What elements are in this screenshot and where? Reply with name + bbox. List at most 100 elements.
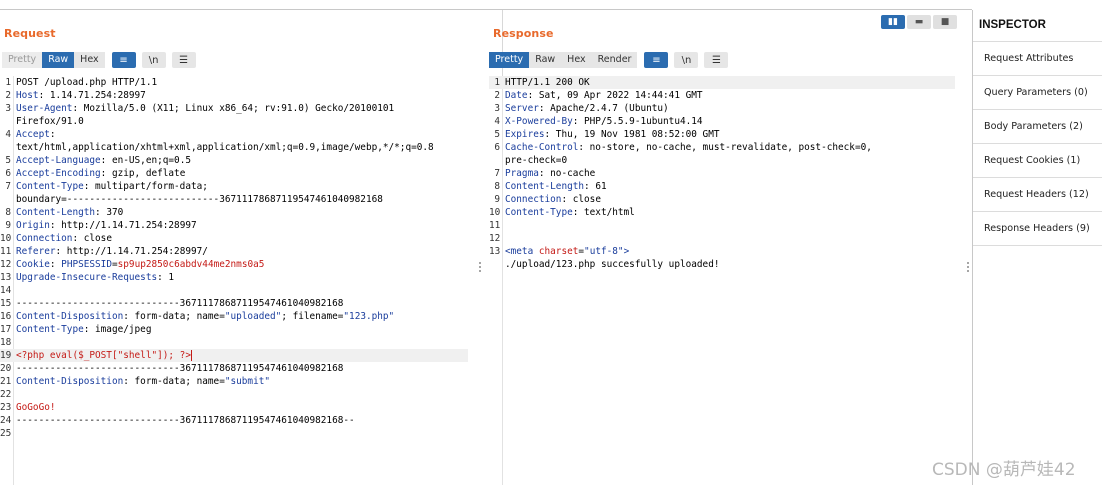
line-number: 2: [5, 90, 11, 101]
line-text: Accept-Language: en-US,en;q=0.5: [16, 154, 191, 167]
line-text: HTTP/1.1 200 OK: [505, 76, 590, 89]
response-code-line: 12: [489, 232, 955, 245]
response-tab-pretty[interactable]: Pretty: [489, 52, 530, 68]
request-view-tabs: Pretty Raw Hex: [2, 52, 105, 68]
header-name: Content-Disposition: [16, 376, 124, 387]
line-text: Date: Sat, 09 Apr 2022 14:44:41 GMT: [505, 89, 703, 102]
header-name: Content-Disposition: [16, 311, 124, 322]
request-editor[interactable]: 1 POST /upload.php HTTP/1.1 2 Host: 1.14.71…: [0, 76, 476, 485]
line-number: 1: [5, 77, 11, 88]
text-segment: : Sat, 09 Apr 2022 14:44:41 GMT: [527, 90, 703, 101]
response-editor[interactable]: 1 HTTP/1.1 200 OK 2 Date: Sat, 09 Apr 2022 …: [489, 76, 955, 485]
request-code-line: 24 -----------------------------367111786…: [0, 414, 476, 427]
header-name: Connection: [505, 194, 562, 205]
line-text: GoGoGo!: [16, 401, 56, 414]
response-code-line: 4 X-Powered-By: PHP/5.5.9-1ubuntu4.14: [489, 115, 955, 128]
line-text: Accept:: [16, 128, 56, 141]
response-tab-raw[interactable]: Raw: [529, 52, 562, 68]
response-code-line: 1 HTTP/1.1 200 OK: [489, 76, 955, 89]
line-text: X-Powered-By: PHP/5.5.9-1ubuntu4.14: [505, 115, 703, 128]
response-tab-hex[interactable]: Hex: [561, 52, 592, 68]
line-number: 6: [5, 168, 11, 179]
line-number: 15: [0, 298, 12, 309]
header-name: Pragma: [505, 168, 539, 179]
line-text: Content-Length: 370: [16, 206, 123, 219]
header-name: Host: [16, 90, 39, 101]
response-code-line: 13 <meta charset="utf-8">: [489, 245, 955, 258]
request-newline-icon[interactable]: \n: [141, 52, 166, 68]
layout-stacked-icon[interactable]: ▬: [907, 15, 931, 29]
response-wrap-icon[interactable]: ≡: [644, 52, 669, 68]
line-number: 4: [494, 116, 500, 127]
inspector-response-headers[interactable]: Response Headers (9): [973, 212, 1102, 246]
header-name: Server: [505, 103, 539, 114]
header-name: Content-Length: [505, 181, 585, 192]
text-segment: :: [49, 129, 56, 140]
request-resize-handle[interactable]: [479, 262, 482, 274]
header-name: Accept-Language: [16, 155, 101, 166]
line-text: Content-Type: multipart/form-data;: [16, 180, 208, 193]
request-tab-pretty[interactable]: Pretty: [2, 52, 43, 68]
line-number: 11: [489, 220, 501, 231]
text-segment: : 1.14.71.254:28997: [38, 90, 146, 101]
request-code-line: 10 Connection: close: [0, 232, 476, 245]
response-code-line: 9 Connection: close: [489, 193, 955, 206]
header-name: Content-Type: [16, 181, 84, 192]
text-segment: : http://1.14.71.254:28997/: [55, 246, 208, 257]
request-tab-raw[interactable]: Raw: [42, 52, 75, 68]
response-resize-handle[interactable]: [967, 262, 970, 274]
text-segment: HTTP/1.1 200 OK: [505, 77, 590, 88]
line-number: 19: [0, 350, 12, 361]
line-number: 10: [0, 233, 12, 244]
inspector-query-parameters[interactable]: Query Parameters (0): [973, 76, 1102, 110]
request-code-line: 17 Content-Type: image/jpeg: [0, 323, 476, 336]
inspector-body-parameters[interactable]: Body Parameters (2): [973, 110, 1102, 144]
text-segment: : no-store, no-cache, must-revalidate, p…: [578, 142, 872, 153]
line-number: 13: [489, 246, 501, 257]
response-newline-icon[interactable]: \n: [674, 52, 699, 68]
request-code-line: 18: [0, 336, 476, 349]
request-wrap-icon[interactable]: ≡: [111, 52, 136, 68]
request-menu-icon[interactable]: ☰: [171, 52, 196, 68]
watermark: CSDN @葫芦娃42: [932, 460, 1076, 480]
inspector-request-attributes[interactable]: Request Attributes: [973, 42, 1102, 76]
line-text: Pragma: no-cache: [505, 167, 595, 180]
request-panel: Request Pretty Raw Hex ≡ \n ☰ 1 POST /upl…: [0, 10, 476, 485]
line-number: 8: [5, 207, 11, 218]
text-segment: -----------------------------36711178687…: [16, 298, 344, 309]
request-code-line: 2 Host: 1.14.71.254:28997: [0, 89, 476, 102]
request-tab-hex[interactable]: Hex: [74, 52, 105, 68]
text-segment: -----------------------------36711178687…: [16, 363, 344, 374]
response-tab-render[interactable]: Render: [591, 52, 638, 68]
response-code-line: 8 Content-Length: 61: [489, 180, 955, 193]
text-segment: : multipart/form-data;: [83, 181, 208, 192]
request-code-line: Firefox/91.0: [0, 115, 476, 128]
line-text: Expires: Thu, 19 Nov 1981 08:52:00 GMT: [505, 128, 720, 141]
layout-side-by-side-icon[interactable]: ▮▮: [881, 15, 905, 29]
line-number: 11: [0, 246, 12, 257]
inspector-title: INSPECTOR: [979, 19, 1046, 31]
line-number: 2: [494, 90, 500, 101]
text-segment: boundary=---------------------------3671…: [16, 194, 383, 205]
line-text: Origin: http://1.14.71.254:28997: [16, 219, 197, 232]
text-segment: : 1: [157, 272, 175, 283]
text-segment: : Mozilla/5.0 (X11; Linux x86_64; rv:91.…: [72, 103, 395, 114]
line-number: 14: [0, 285, 12, 296]
layout-single-icon[interactable]: ■: [933, 15, 957, 29]
inspector-request-headers[interactable]: Request Headers (12): [973, 178, 1102, 212]
line-number: 4: [5, 129, 11, 140]
header-name: Accept-Encoding: [16, 168, 101, 179]
text-segment: : image/jpeg: [83, 324, 152, 335]
line-text: Server: Apache/2.4.7 (Ubuntu): [505, 102, 669, 115]
response-menu-icon[interactable]: ☰: [704, 52, 729, 68]
line-text: Connection: close: [505, 193, 601, 206]
header-name: Date: [505, 90, 528, 101]
inspector-header: INSPECTOR: [973, 10, 1102, 42]
request-code-line: 7 Content-Type: multipart/form-data;: [0, 180, 476, 193]
inspector-request-cookies[interactable]: Request Cookies (1): [973, 144, 1102, 178]
request-code-line: text/html,application/xhtml+xml,applicat…: [0, 141, 476, 154]
line-text: Connection: close: [16, 232, 112, 245]
header-name: Cookie: [16, 259, 50, 270]
line-number: 23: [0, 402, 12, 413]
text-segment: ./upload/123.php succesfully uploaded!: [505, 259, 720, 270]
